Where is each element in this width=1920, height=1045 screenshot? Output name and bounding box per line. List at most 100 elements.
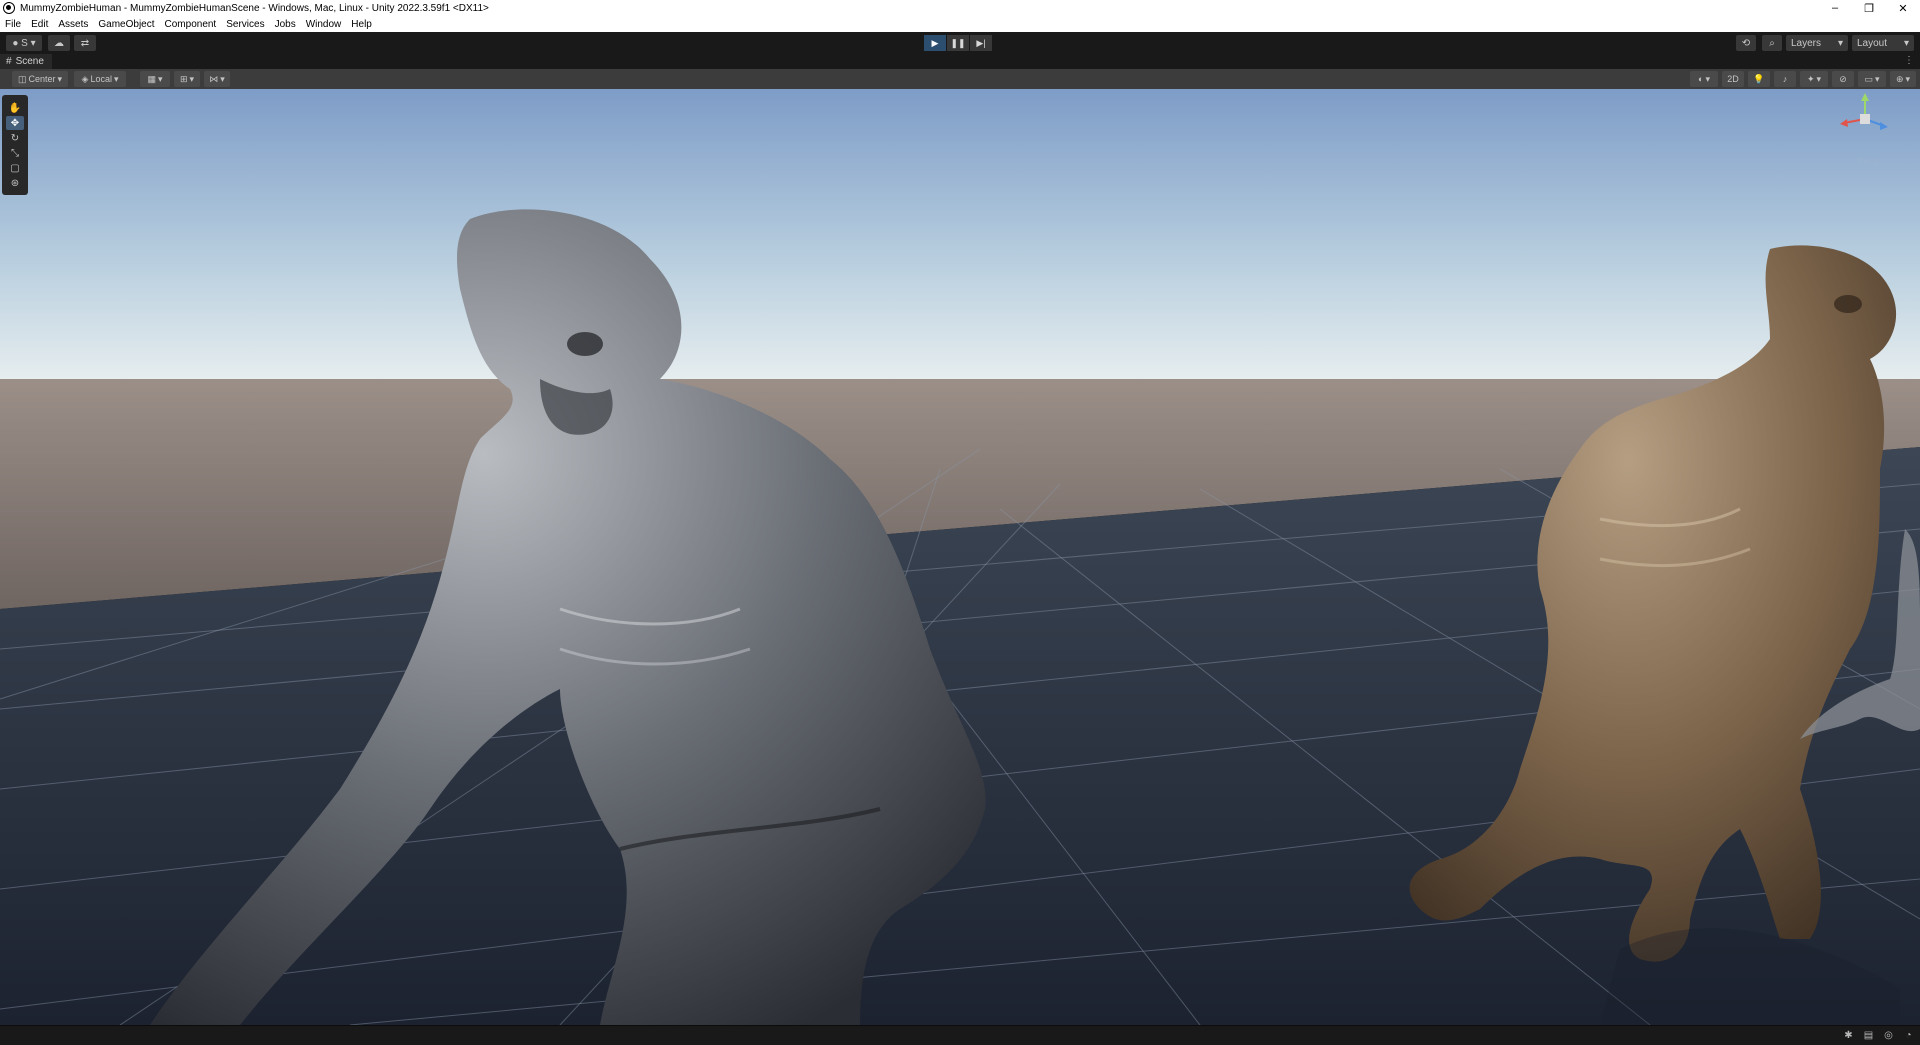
unity-logo-icon (3, 2, 15, 14)
grid-snap-dropdown[interactable]: ▦ ▾ (140, 71, 170, 87)
snap-icon: ⋈ (209, 73, 219, 84)
pause-button[interactable]: ❚❚ (947, 35, 969, 51)
toggle-2d-button[interactable]: 2D (1722, 71, 1744, 87)
pivot-icon: ◫ (17, 73, 27, 84)
projection-label[interactable]: Persp (1858, 157, 1879, 166)
pause-icon: ❚❚ (950, 37, 966, 48)
grid-visibility-dropdown[interactable]: ⊞ ▾ (174, 71, 200, 87)
transform-tool-button[interactable]: ⊛ (6, 176, 24, 190)
gizmo-icon: ⊕ (1895, 73, 1904, 84)
scene-grid-icon: # (6, 56, 12, 67)
chevron-down-icon: ▾ (220, 73, 225, 84)
build-icon[interactable]: ▤ (1862, 1029, 1875, 1042)
scale-tool-button[interactable]: ⤡ (6, 146, 24, 160)
hidden-eye-icon: ⊘ (1839, 73, 1847, 84)
move-tool-icon: ✥ (10, 117, 20, 129)
scene-visibility-toggle[interactable]: ⊘ (1832, 71, 1854, 87)
search-button[interactable]: ⌕ (1762, 35, 1782, 51)
audio-icon: ♪ (1782, 74, 1788, 84)
space-label: Local (90, 74, 112, 84)
version-control-icon: ⇄ (80, 37, 90, 49)
chevron-down-icon: ▾ (27, 37, 36, 49)
step-button[interactable]: ▶| (970, 35, 992, 51)
close-button[interactable]: ✕ (1886, 0, 1920, 16)
scene-render (0, 89, 1920, 1025)
lightbulb-icon: 💡 (1753, 73, 1765, 84)
version-control-button[interactable]: ⇄ (74, 35, 96, 51)
mode-2d-label: 2D (1727, 74, 1739, 84)
effects-dropdown[interactable]: ✦ ▾ (1800, 71, 1828, 87)
cloud-button[interactable]: ☁ (48, 35, 70, 51)
menu-bar: File Edit Assets GameObject Component Se… (0, 16, 1920, 32)
search-icon: ⌕ (1769, 37, 1775, 49)
menu-services[interactable]: Services (221, 19, 269, 30)
scene-view-toolbar: ◫ Center ▾ ◈ Local ▾ ▦ ▾ ⊞ ▾ ⋈ ▾ ◐ ▾ 2D 💡 ♪ … (0, 69, 1920, 90)
account-icon: ● (12, 37, 22, 49)
chevron-down-icon: ▾ (113, 73, 119, 84)
pivot-label: Center (28, 74, 56, 84)
menu-gameobject[interactable]: GameObject (93, 19, 159, 30)
cache-icon[interactable]: ◎ (1882, 1029, 1895, 1042)
bug-icon[interactable]: ✱ (1842, 1029, 1855, 1042)
more-options-icon[interactable]: ⋮ (1904, 55, 1914, 66)
effects-icon: ✦ (1806, 73, 1815, 84)
menu-file[interactable]: File (0, 19, 26, 30)
menu-assets[interactable]: Assets (53, 19, 93, 30)
history-icon: ⟲ (1741, 37, 1751, 49)
chevron-down-icon: ▾ (1874, 73, 1880, 84)
play-icon: ▶ (931, 37, 939, 48)
rect-tool-button[interactable]: ▢ (6, 161, 24, 175)
tools-overlay: ✋ ✥ ↻ ⤡ ▢ ⊛ (2, 95, 28, 195)
layout-label: Layout (1857, 37, 1888, 49)
menu-window[interactable]: Window (301, 19, 347, 30)
chevron-down-icon: ▾ (157, 73, 163, 84)
orientation-gizmo[interactable]: Persp (1830, 89, 1900, 169)
layout-dropdown[interactable]: Layout ▾ (1852, 35, 1914, 51)
menu-component[interactable]: Component (160, 19, 222, 30)
tab-scene-label: Scene (15, 56, 44, 67)
window-controls: – ❐ ✕ (1818, 0, 1920, 16)
menu-help[interactable]: Help (346, 19, 377, 30)
pivot-mode-dropdown[interactable]: ◫ Center ▾ (12, 71, 68, 87)
play-button[interactable]: ▶ (924, 35, 946, 51)
pivot-rotation-dropdown[interactable]: ◈ Local ▾ (74, 71, 126, 87)
chevron-down-icon: ▾ (1816, 73, 1822, 84)
move-tool-button[interactable]: ✥ (6, 116, 24, 130)
chevron-down-icon: ▾ (1905, 73, 1911, 84)
hand-tool-icon: ✋ (8, 102, 22, 114)
playback-controls: ▶ ❚❚ ▶| (924, 35, 992, 51)
lighting-toggle[interactable]: 💡 (1748, 71, 1770, 87)
audio-toggle[interactable]: ♪ (1774, 71, 1796, 87)
menu-jobs[interactable]: Jobs (270, 19, 301, 30)
maximize-button[interactable]: ❐ (1852, 0, 1886, 16)
menu-edit[interactable]: Edit (26, 19, 53, 30)
progress-icon[interactable]: ◔ (1902, 1029, 1915, 1042)
camera-settings-dropdown[interactable]: ▭ ▾ (1858, 71, 1886, 87)
scene-tab-strip: # Scene ⋮ (0, 54, 1920, 69)
chevron-down-icon: ▾ (1903, 37, 1909, 49)
hand-tool-button[interactable]: ✋ (6, 101, 24, 115)
gizmos-dropdown[interactable]: ⊕ ▾ (1890, 71, 1916, 87)
cloud-icon: ☁ (54, 37, 64, 49)
window-title: MummyZombieHuman - MummyZombieHumanScene… (20, 2, 489, 14)
chevron-down-icon: ▾ (1705, 73, 1710, 84)
rotate-tool-icon: ↻ (10, 132, 20, 144)
scale-tool-icon: ⤡ (11, 147, 19, 159)
chevron-down-icon: ▾ (189, 73, 195, 84)
account-dropdown[interactable]: ● S ▾ (6, 35, 42, 51)
step-icon: ▶| (976, 37, 986, 48)
layers-label: Layers (1791, 37, 1822, 49)
rect-tool-icon: ▢ (10, 162, 20, 174)
draw-mode-dropdown[interactable]: ◐ ▾ (1690, 71, 1718, 87)
history-button[interactable]: ⟲ (1736, 35, 1756, 51)
rotate-tool-button[interactable]: ↻ (6, 131, 24, 145)
minimize-button[interactable]: – (1818, 0, 1852, 16)
grid-plane-icon: ⊞ (179, 73, 188, 84)
scene-viewport[interactable]: ✋ ✥ ↻ ⤡ ▢ ⊛ Persp (0, 89, 1920, 1025)
tab-scene[interactable]: # Scene (0, 54, 52, 69)
chevron-down-icon: ▾ (57, 73, 63, 84)
shading-icon: ◐ (1698, 74, 1704, 84)
transform-tool-icon: ⊛ (10, 177, 20, 189)
layers-dropdown[interactable]: Layers ▾ (1786, 35, 1848, 51)
increment-snap-dropdown[interactable]: ⋈ ▾ (204, 71, 230, 87)
